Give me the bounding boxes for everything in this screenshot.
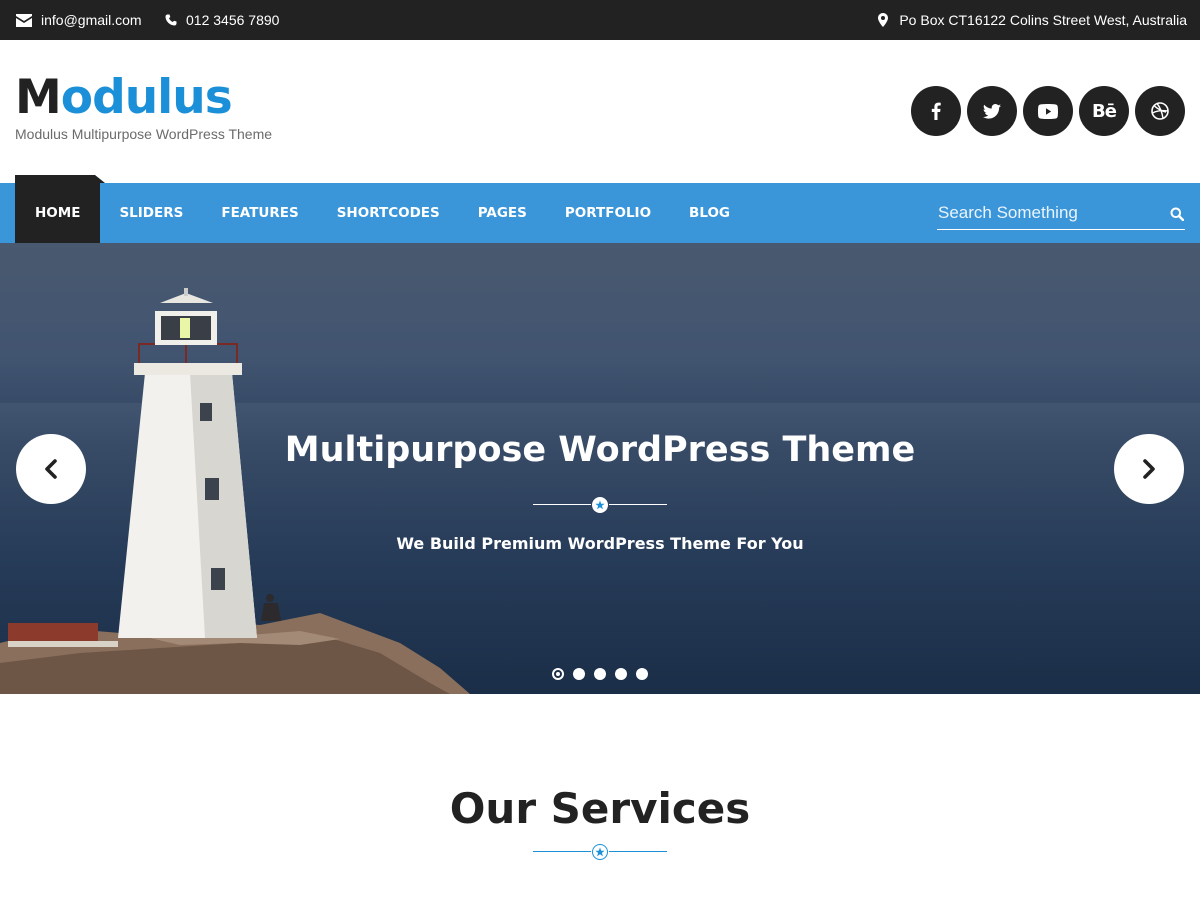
divider-line-right [609,851,667,852]
search-icon[interactable] [1170,207,1184,221]
slider-dot-5[interactable] [636,668,648,680]
nav-item-pages[interactable]: PAGES [459,183,546,243]
behance-button[interactable]: Bē [1079,86,1129,136]
services-heading: Our Services [449,784,751,833]
slider-pagination [552,668,648,680]
behance-icon: Bē [1092,100,1117,122]
nav-item-sliders[interactable]: SLIDERS [100,183,202,243]
phone-icon [165,14,177,26]
nav-item-home[interactable]: HOME [15,183,101,243]
social-links: Bē [911,86,1185,136]
topbar-email[interactable]: info@gmail.com [16,0,142,40]
map-marker-icon [878,13,889,27]
hero-title: Multipurpose WordPress Theme [284,430,916,470]
top-bar: info@gmail.com 012 3456 7890 Po Box CT16… [0,0,1200,40]
divider-line-left [533,851,591,852]
envelope-icon [16,13,32,27]
logo-rest: odulus [60,70,233,125]
services-divider [533,844,667,860]
facebook-icon [931,102,941,120]
topbar-email-text: info@gmail.com [41,12,142,28]
site-logo[interactable]: Modulus [15,70,233,126]
nav-item-features[interactable]: FEATURES [202,183,317,243]
site-tagline: Modulus Multipurpose WordPress Theme [15,126,273,142]
facebook-button[interactable] [911,86,961,136]
divider-line-left [533,504,591,505]
nav-item-portfolio[interactable]: PORTFOLIO [546,183,670,243]
star-icon [592,497,608,513]
youtube-icon [1038,103,1058,119]
dribbble-button[interactable] [1135,86,1185,136]
topbar-address-text: Po Box CT16122 Colins Street West, Austr… [899,12,1187,28]
youtube-button[interactable] [1023,86,1073,136]
dribbble-icon [1151,102,1169,120]
hero-subtitle: We Build Premium WordPress Theme For You [396,534,804,553]
hero-divider [533,497,667,513]
twitter-button[interactable] [967,86,1017,136]
divider-line-right [609,504,667,505]
slider-dot-3[interactable] [594,668,606,680]
twitter-icon [983,103,1001,119]
topbar-phone-text: 012 3456 7890 [186,12,280,28]
slider-dot-4[interactable] [615,668,627,680]
logo-first-letter: M [15,70,62,125]
nav-menu: HOME SLIDERS FEATURES SHORTCODES PAGES P… [15,183,749,243]
nav-item-blog[interactable]: BLOG [670,183,749,243]
star-icon [592,844,608,860]
slider-dot-2[interactable] [573,668,585,680]
search-input[interactable] [937,197,1152,229]
slider-dot-1[interactable] [552,668,564,680]
nav-item-shortcodes[interactable]: SHORTCODES [318,183,459,243]
topbar-phone[interactable]: 012 3456 7890 [165,0,279,40]
search-box [937,197,1185,230]
home-tab-fold [95,175,105,183]
home-tab-tab [15,175,95,183]
topbar-address: Po Box CT16122 Colins Street West, Austr… [878,0,1187,40]
